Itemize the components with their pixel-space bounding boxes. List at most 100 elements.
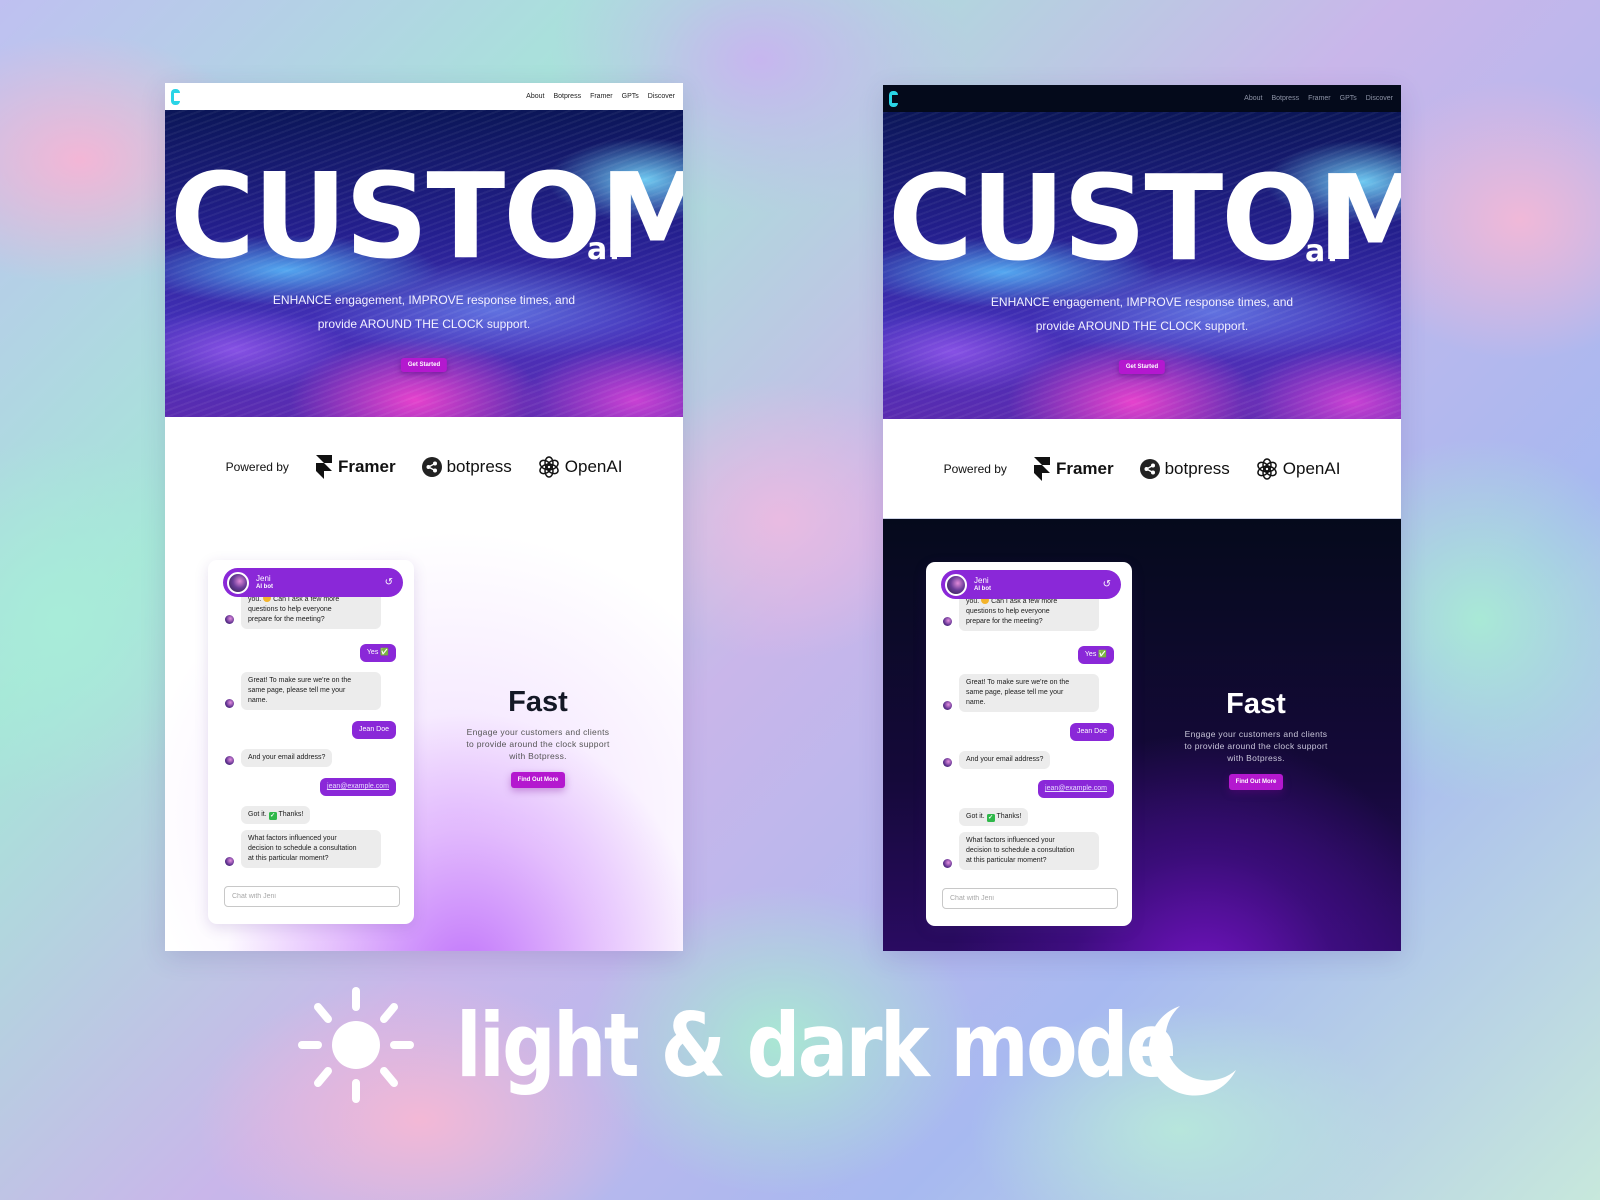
- feature-description: Engage your customers and clients to pro…: [466, 727, 610, 761]
- navbar: About Botpress Framer GPTs Discover: [165, 83, 683, 110]
- light-mode-mockup: About Botpress Framer GPTs Discover CUST…: [165, 83, 683, 951]
- chat-widget: Jeni AI bot ↺ you. Can I ask a few more …: [208, 560, 414, 924]
- botpress-logo-icon: [421, 457, 442, 477]
- openai-logo-icon: [1256, 457, 1277, 480]
- nav-link-framer[interactable]: Framer: [1308, 95, 1331, 102]
- message-text: Thanks!: [278, 811, 304, 818]
- chat-widget: Jeni AI bot ↺ you. Can I ask a few more …: [926, 562, 1132, 926]
- find-out-more-button[interactable]: Find Out More: [510, 772, 566, 788]
- nav-link-about[interactable]: About: [526, 93, 544, 100]
- email-link[interactable]: jean@example.com: [320, 778, 396, 796]
- nav-links: About Botpress Framer GPTs Discover: [1244, 95, 1393, 102]
- nav-link-discover[interactable]: Discover: [1366, 95, 1393, 102]
- message-text: name.: [966, 699, 986, 706]
- brand-openai[interactable]: OpenAI: [538, 456, 623, 478]
- chat-identity: Jeni AI bot: [256, 574, 273, 592]
- botpress-logo-icon: [1139, 458, 1160, 479]
- logo-icon[interactable]: [889, 90, 898, 107]
- bot-name: Jeni: [256, 573, 271, 583]
- brand-framer[interactable]: Framer: [1033, 456, 1114, 481]
- nav-link-discover[interactable]: Discover: [648, 93, 675, 100]
- nav-link-gpts[interactable]: GPTs: [622, 93, 639, 100]
- message-bubble: Jean Doe: [352, 721, 396, 739]
- message-text: at this particular moment?: [966, 857, 1047, 864]
- message-text: Great! To make sure we're on the: [248, 677, 352, 684]
- message-text: Great! To make sure we're on the: [966, 679, 1070, 686]
- bot-avatar-small: [225, 857, 234, 866]
- feature-copy: Fast Engage your customers and clients t…: [1183, 687, 1329, 790]
- message-text: you.: [248, 596, 262, 603]
- nav-link-botpress[interactable]: Botpress: [1271, 95, 1299, 102]
- message-text: you.: [966, 598, 980, 605]
- feature-title: Fast: [1226, 688, 1286, 720]
- feature-copy: Fast Engage your customers and clients t…: [465, 685, 611, 788]
- brand-name: Framer: [337, 457, 396, 476]
- message-bubble: Great! To make sure we're on the same pa…: [959, 674, 1099, 712]
- message-bubble: What factors influenced your decision to…: [959, 832, 1099, 870]
- nav-link-about[interactable]: About: [1244, 95, 1262, 102]
- openai-logo-icon: [538, 456, 559, 478]
- chat-header: Jeni AI bot ↺: [223, 568, 403, 597]
- email-link[interactable]: jean@example.com: [1038, 780, 1114, 798]
- brand-openai[interactable]: OpenAI: [1256, 457, 1341, 480]
- message-text: Can I ask a few more: [273, 596, 340, 603]
- chat-input[interactable]: [224, 886, 400, 907]
- powered-by-bar: Powered by Framer botpress OpenAI: [165, 417, 683, 517]
- get-started-button[interactable]: Get Started: [400, 358, 448, 372]
- bot-avatar: [227, 571, 249, 594]
- feature-section: Jeni AI bot ↺ you. Can I ask a few more …: [165, 517, 683, 951]
- message-text: Can I ask a few more: [991, 598, 1058, 605]
- message-bubble: And your email address?: [241, 749, 333, 767]
- hero-section: CUSTOM ai ENHANCE engagement, IMPROVE re…: [883, 112, 1401, 419]
- message-text: Thanks!: [996, 813, 1022, 820]
- brand-botpress[interactable]: botpress: [1139, 458, 1230, 479]
- bot-avatar-small: [225, 756, 234, 765]
- nav-link-framer[interactable]: Framer: [590, 93, 613, 100]
- get-started-button[interactable]: Get Started: [1118, 360, 1166, 374]
- nav-links: About Botpress Framer GPTs Discover: [526, 93, 675, 100]
- message-bubble: you. Can I ask a few more questions to h…: [241, 596, 381, 629]
- bot-avatar-small: [943, 859, 952, 868]
- brand-name: OpenAI: [1282, 458, 1341, 478]
- nav-link-botpress[interactable]: Botpress: [553, 93, 581, 100]
- bot-avatar-small: [943, 701, 952, 710]
- logo-icon[interactable]: [171, 88, 180, 105]
- hero-subtitle-line-2: provide AROUND THE CLOCK support.: [1035, 319, 1249, 333]
- brand-name: botpress: [1164, 458, 1230, 478]
- brand-name: botpress: [446, 457, 512, 476]
- message-bubble: And your email address?: [959, 751, 1051, 769]
- check-emoji-icon: ✓: [986, 814, 995, 822]
- bot-name: Jeni: [974, 575, 989, 585]
- message-text: What factors influenced your: [966, 837, 1055, 844]
- chat-identity: Jeni AI bot: [974, 576, 991, 594]
- message-text: decision to schedule a consultation: [248, 845, 357, 852]
- brand-botpress[interactable]: botpress: [421, 457, 512, 477]
- message-list: you. Can I ask a few more questions to h…: [208, 596, 414, 884]
- message-text: questions to help everyone: [248, 606, 332, 613]
- feature-section: Jeni AI bot ↺ you. Can I ask a few more …: [883, 519, 1401, 951]
- navbar: About Botpress Framer GPTs Discover: [883, 85, 1401, 112]
- hero-subtitle: ENHANCE engagement, IMPROVE response tim…: [883, 290, 1401, 338]
- reset-chat-icon[interactable]: ↺: [385, 577, 393, 588]
- hero-title-suffix: ai: [1305, 234, 1340, 269]
- message-text: decision to schedule a consultation: [966, 847, 1075, 854]
- message-text: prepare for the meeting?: [248, 616, 325, 623]
- feature-title: Fast: [508, 686, 568, 718]
- reset-chat-icon[interactable]: ↺: [1103, 579, 1111, 590]
- brand-name: OpenAI: [564, 457, 623, 476]
- powered-by-label: Powered by: [943, 461, 1007, 476]
- brand-framer[interactable]: Framer: [315, 455, 396, 479]
- check-emoji-icon: ✓: [268, 812, 277, 820]
- hero-title-suffix: ai: [587, 232, 622, 267]
- message-bubble: Great! To make sure we're on the same pa…: [241, 672, 381, 710]
- message-text: name.: [248, 697, 268, 704]
- message-text: Yes ✅: [366, 649, 389, 656]
- message-list: you. Can I ask a few more questions to h…: [926, 598, 1132, 886]
- chat-input[interactable]: [942, 888, 1118, 909]
- message-bubble: Got it. ✓ Thanks!: [959, 808, 1029, 826]
- hero-section: CUSTOM ai ENHANCE engagement, IMPROVE re…: [165, 110, 683, 417]
- find-out-more-button[interactable]: Find Out More: [1228, 774, 1284, 790]
- nav-link-gpts[interactable]: GPTs: [1340, 95, 1357, 102]
- sun-icon: [298, 987, 414, 1103]
- bot-role: AI bot: [256, 583, 273, 590]
